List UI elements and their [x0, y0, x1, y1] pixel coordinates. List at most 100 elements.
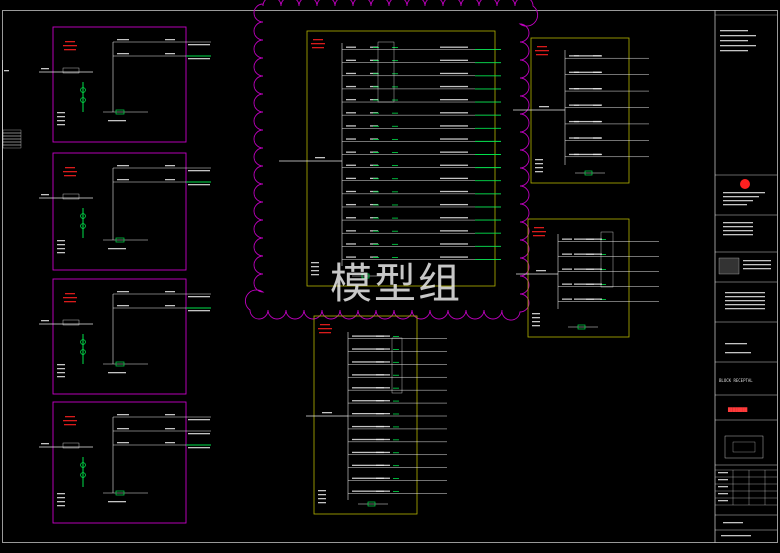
feeder-label — [362, 464, 390, 466]
panel-frame — [527, 218, 630, 338]
feeder-label — [188, 58, 210, 60]
feeder-label — [188, 296, 210, 298]
strip-cell — [2, 141, 22, 146]
feeder-label — [165, 179, 175, 181]
tb-text — [725, 352, 751, 354]
tb-note — [720, 30, 748, 32]
tb-grid-text — [718, 486, 728, 488]
side-note — [57, 501, 65, 503]
feeder-label — [574, 104, 602, 106]
feeder-label — [362, 387, 390, 389]
tb-text — [743, 260, 771, 262]
feeder-label — [165, 39, 175, 41]
feeder-label — [440, 230, 468, 232]
feeder-label — [165, 442, 175, 444]
panel-title — [312, 47, 324, 49]
feeder-label — [440, 217, 468, 219]
panel-title — [64, 424, 76, 426]
panel-frame — [313, 315, 418, 515]
panel-p7 — [516, 218, 659, 338]
panel-p6 — [513, 37, 649, 184]
panel-p2 — [39, 152, 211, 271]
tb-stamp — [718, 257, 740, 275]
company-logo-icon — [740, 179, 750, 189]
feeder-label — [117, 414, 129, 416]
side-note — [57, 120, 65, 122]
title-block-drawing-label: BLOCK RECEPTAL — [719, 378, 753, 383]
feeder-label — [574, 298, 602, 300]
feeder-label — [346, 46, 356, 48]
side-note — [532, 317, 540, 319]
feeder-label — [117, 442, 129, 444]
panel-title — [313, 39, 323, 41]
feeder-label — [346, 217, 356, 219]
earth-label — [108, 248, 126, 250]
feeder-label — [188, 447, 210, 449]
feeder-label — [352, 400, 362, 402]
feeder-label — [188, 310, 210, 312]
strip-cell — [2, 144, 22, 149]
panel-title — [63, 171, 77, 173]
feeder-label — [574, 283, 602, 285]
title-block — [714, 10, 777, 543]
feeder-label — [562, 253, 572, 255]
tb-text — [723, 522, 743, 524]
side-note — [57, 376, 65, 378]
panel-title — [320, 324, 330, 326]
sub-box — [377, 41, 395, 103]
tb-text — [725, 343, 747, 345]
feeder-label — [440, 72, 468, 75]
tb-text — [743, 268, 771, 270]
feeder-label — [440, 190, 468, 193]
panel-title — [532, 231, 546, 233]
tb-text — [725, 308, 765, 310]
panel-title — [319, 332, 331, 334]
tb-text — [721, 535, 751, 537]
tb-grid-text — [718, 493, 728, 495]
feeder-label — [440, 138, 468, 140]
side-note — [57, 124, 65, 126]
side-note — [532, 321, 540, 323]
feeder-label — [346, 59, 356, 61]
strip-text — [4, 70, 9, 72]
feeder-label — [346, 190, 356, 193]
feeder-label — [362, 374, 390, 376]
tb-text — [725, 300, 765, 302]
feeder-label — [362, 438, 390, 441]
side-note — [535, 163, 543, 165]
feeder-label — [117, 428, 129, 430]
feeder-label — [362, 361, 390, 363]
panel-title — [537, 46, 547, 48]
tb-text — [725, 304, 765, 306]
side-note — [318, 494, 326, 496]
feeder-label — [188, 419, 210, 421]
earth-label — [108, 372, 126, 374]
feeder-label — [165, 428, 175, 430]
tb-grid-text — [718, 479, 728, 481]
feeder-label — [562, 298, 572, 300]
feeder-label — [362, 413, 390, 415]
side-note — [57, 240, 65, 242]
panel-frame — [52, 152, 187, 271]
tb-note — [720, 50, 748, 52]
left-label-strip — [2, 60, 22, 160]
feeder-label — [346, 203, 356, 206]
side-note — [535, 159, 543, 161]
feeder-label — [346, 125, 356, 127]
tb-company-text — [723, 204, 747, 206]
panel-title — [311, 43, 325, 45]
panel-frame — [52, 26, 187, 143]
earth-label — [108, 120, 126, 122]
feeder-label — [352, 335, 362, 337]
side-note — [57, 493, 65, 495]
incoming-label — [41, 443, 49, 445]
feeder-label — [574, 120, 602, 123]
feeder-label — [346, 138, 356, 140]
feeder-label — [346, 72, 356, 75]
feeder-label — [362, 335, 390, 337]
panel-title — [65, 293, 75, 295]
feeder-label — [440, 46, 468, 48]
feeder-label — [440, 99, 468, 101]
feeder-label — [440, 203, 468, 206]
tb-company-text — [723, 200, 753, 202]
